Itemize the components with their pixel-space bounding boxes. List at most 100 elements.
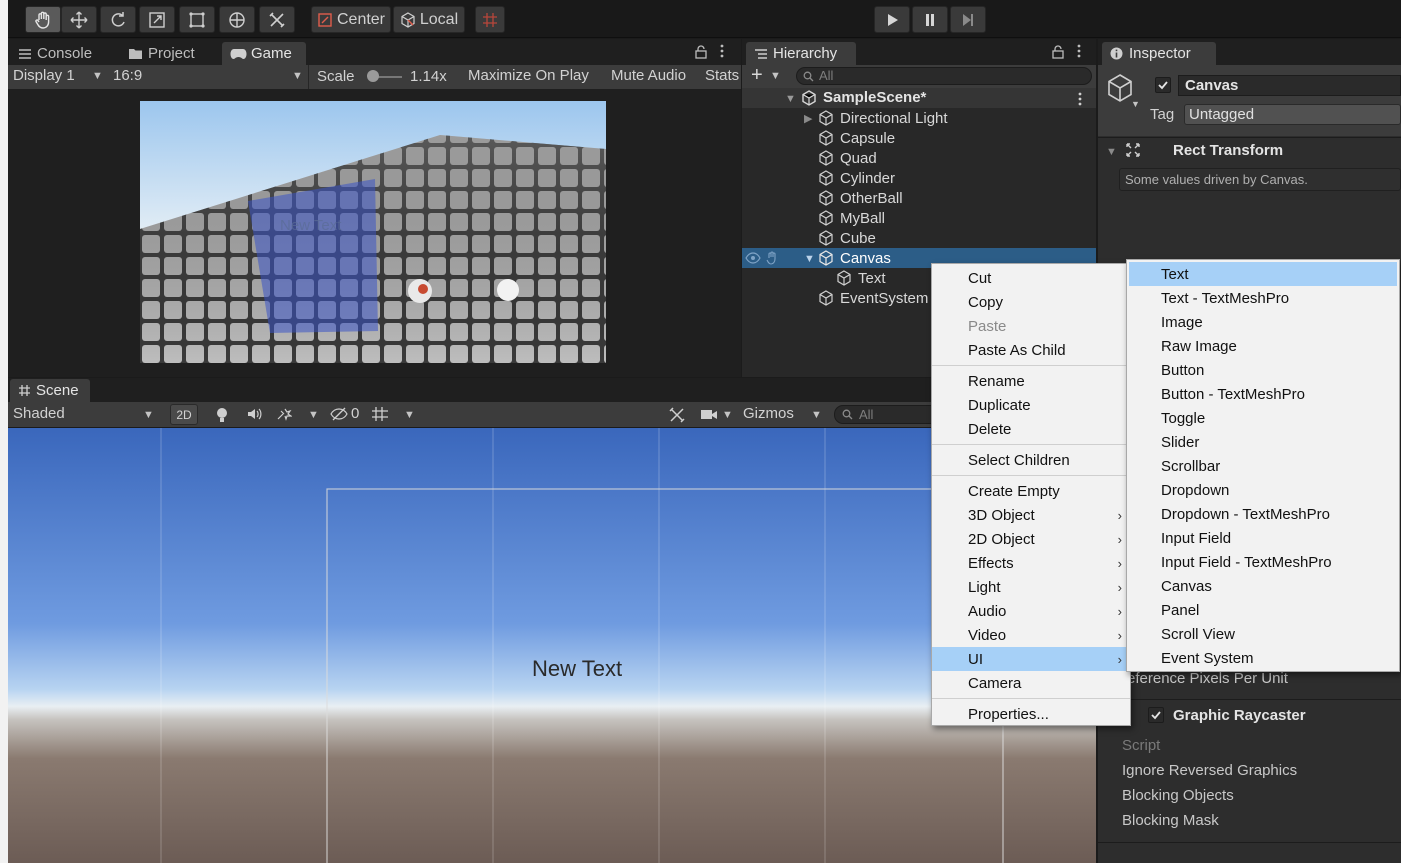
submenu-item-raw-image[interactable]: Raw Image [1129, 334, 1397, 358]
tools-icon[interactable] [668, 406, 686, 424]
collapse-arrow-icon[interactable]: ▼ [785, 93, 796, 105]
submenu-item-slider[interactable]: Slider [1129, 430, 1397, 454]
grid-snapping-button[interactable] [475, 6, 505, 33]
submenu-item-image[interactable]: Image [1129, 310, 1397, 334]
panel-menu-icon[interactable] [1077, 44, 1081, 58]
rotate-tool-button[interactable] [100, 6, 136, 33]
menu-item-camera[interactable]: Camera [932, 671, 1130, 695]
hierarchy-item[interactable]: MyBall [818, 208, 885, 228]
game-view-render[interactable]: New Text [140, 101, 606, 363]
audio-speaker-icon[interactable] [246, 407, 262, 421]
shading-mode-dropdown[interactable]: Shaded [13, 405, 65, 422]
submenu-item-text[interactable]: Text [1129, 262, 1397, 286]
step-button[interactable] [950, 6, 986, 33]
stats-toggle[interactable]: Stats [705, 67, 739, 84]
display-dropdown[interactable]: Display 1 [13, 67, 75, 84]
hierarchy-item[interactable]: Directional Light [818, 108, 948, 128]
menu-item-select-children[interactable]: Select Children [932, 448, 1130, 472]
tab-console[interactable]: Console [10, 42, 100, 65]
chevron-down-icon[interactable]: ▼ [770, 70, 781, 82]
menu-item-cut[interactable]: Cut [932, 266, 1130, 290]
submenu-item-event-system[interactable]: Event System [1129, 646, 1397, 670]
collapse-arrow-icon[interactable]: ▼ [804, 253, 815, 265]
menu-item-properties[interactable]: Properties... [932, 702, 1130, 726]
menu-item-ui[interactable]: UI › [932, 647, 1130, 671]
chevron-down-icon[interactable]: ▼ [404, 409, 415, 421]
submenu-item-canvas[interactable]: Canvas [1129, 574, 1397, 598]
menu-item-video[interactable]: Video › [932, 623, 1130, 647]
hierarchy-item[interactable]: Cylinder [818, 168, 895, 188]
scale-slider-handle[interactable] [367, 70, 379, 82]
submenu-item-button[interactable]: Button [1129, 358, 1397, 382]
menu-item-2d-object[interactable]: 2D Object › [932, 527, 1130, 551]
graphic-raycaster-checkbox[interactable] [1148, 707, 1164, 723]
pickable-hand-icon[interactable] [766, 251, 778, 265]
menu-item-duplicate[interactable]: Duplicate [932, 393, 1130, 417]
menu-item-copy[interactable]: Copy [932, 290, 1130, 314]
hierarchy-item[interactable]: Cube [818, 228, 876, 248]
menu-item-effects[interactable]: Effects › [932, 551, 1130, 575]
add-icon[interactable]: + [751, 64, 763, 87]
menu-item-delete[interactable]: Delete [932, 417, 1130, 441]
hidden-objects-icon[interactable] [330, 407, 348, 421]
chevron-down-icon[interactable]: ▼ [811, 409, 822, 421]
menu-item-create-empty[interactable]: Create Empty [932, 479, 1130, 503]
lighting-bulb-icon[interactable] [215, 407, 229, 423]
collapse-arrow-icon[interactable]: ▼ [1106, 146, 1117, 158]
submenu-item-dropdown[interactable]: Dropdown [1129, 478, 1397, 502]
menu-item-audio[interactable]: Audio › [932, 599, 1130, 623]
menu-item-rename[interactable]: Rename [932, 369, 1130, 393]
hierarchy-item-canvas[interactable]: Canvas [818, 248, 891, 268]
hierarchy-item[interactable]: Capsule [818, 128, 895, 148]
transform-tool-button[interactable] [219, 6, 255, 33]
hierarchy-item[interactable]: EventSystem [818, 288, 928, 308]
submenu-item-dropdown-textmeshpro[interactable]: Dropdown - TextMeshPro [1129, 502, 1397, 526]
custom-tool-button[interactable] [259, 6, 295, 33]
tab-hierarchy[interactable]: Hierarchy [746, 42, 856, 65]
menu-item-light[interactable]: Light › [932, 575, 1130, 599]
submenu-item-scrollbar[interactable]: Scrollbar [1129, 454, 1397, 478]
chevron-down-icon[interactable]: ▼ [308, 409, 319, 421]
grid-icon[interactable] [371, 406, 389, 422]
submenu-item-toggle[interactable]: Toggle [1129, 406, 1397, 430]
submenu-item-scroll-view[interactable]: Scroll View [1129, 622, 1397, 646]
panel-menu-icon[interactable] [720, 44, 724, 58]
rect-transform-title[interactable]: Rect Transform [1173, 142, 1283, 159]
tab-project[interactable]: Project [120, 42, 203, 65]
tab-inspector[interactable]: Inspector [1102, 42, 1216, 65]
hierarchy-item[interactable]: Quad [818, 148, 877, 168]
submenu-item-panel[interactable]: Panel [1129, 598, 1397, 622]
pivot-space-button[interactable]: Local [393, 6, 465, 33]
expand-arrow-icon[interactable]: ▶ [804, 112, 812, 125]
chevron-down-icon[interactable]: ▼ [1131, 99, 1140, 109]
scale-tool-button[interactable] [139, 6, 175, 33]
camera-icon[interactable] [700, 408, 718, 421]
move-tool-button[interactable] [61, 6, 97, 33]
pivot-mode-button[interactable]: Center [311, 6, 391, 33]
maximize-on-play-toggle[interactable]: Maximize On Play [468, 67, 589, 84]
tab-scene[interactable]: Scene [10, 379, 90, 402]
mute-audio-toggle[interactable]: Mute Audio [611, 67, 686, 84]
pause-button[interactable] [912, 6, 948, 33]
submenu-item-input-field-textmeshpro[interactable]: Input Field - TextMeshPro [1129, 550, 1397, 574]
lock-icon[interactable] [695, 45, 707, 59]
tag-dropdown[interactable]: Untagged [1184, 104, 1401, 125]
hand-tool-button[interactable] [25, 6, 61, 33]
effects-icon[interactable] [276, 407, 292, 421]
visibility-eye-icon[interactable] [745, 252, 761, 264]
gizmos-dropdown[interactable]: Gizmos [743, 405, 794, 422]
submenu-item-text-textmeshpro[interactable]: Text - TextMeshPro [1129, 286, 1397, 310]
scene-new-text[interactable]: New Text [532, 656, 622, 682]
hierarchy-search-input[interactable]: All [796, 67, 1092, 85]
tab-game[interactable]: Game [222, 42, 306, 65]
lock-icon[interactable] [1052, 45, 1064, 59]
object-name-field[interactable]: Canvas [1178, 75, 1401, 96]
rect-tool-button[interactable] [179, 6, 215, 33]
hierarchy-item[interactable]: OtherBall [818, 188, 903, 208]
chevron-down-icon[interactable]: ▼ [722, 409, 733, 421]
hierarchy-item[interactable]: Text [836, 268, 886, 288]
submenu-item-button-textmeshpro[interactable]: Button - TextMeshPro [1129, 382, 1397, 406]
play-button[interactable] [874, 6, 910, 33]
graphic-raycaster-title[interactable]: Graphic Raycaster [1173, 707, 1306, 724]
aspect-dropdown[interactable]: 16:9 [113, 67, 142, 84]
